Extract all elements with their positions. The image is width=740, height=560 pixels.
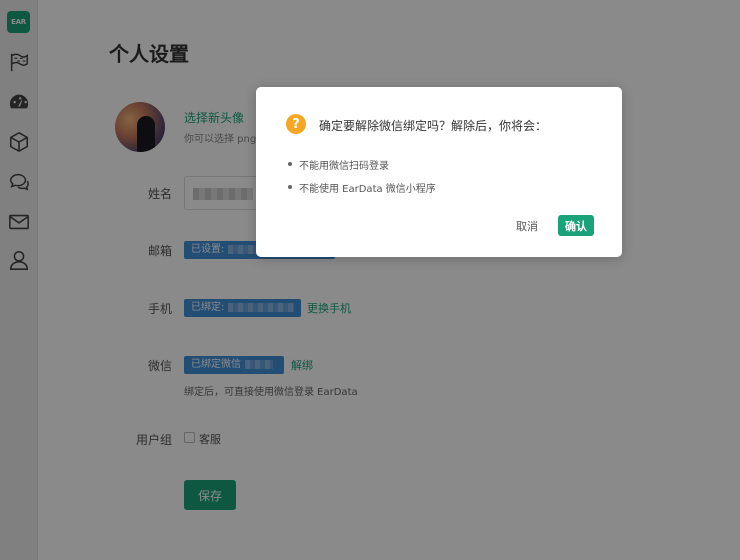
consequence-item: 不能使用 EarData 微信小程序 [288, 180, 436, 195]
warning-icon: ? [286, 114, 306, 134]
consequence-item: 不能用微信扫码登录 [288, 157, 389, 172]
unbind-confirm-dialog: ? 确定要解除微信绑定吗？解除后，你将会： 不能用微信扫码登录 不能使用 Ear… [256, 87, 622, 257]
dialog-title: 确定要解除微信绑定吗？解除后，你将会： [319, 119, 548, 133]
confirm-button[interactable]: 确认 [558, 215, 594, 236]
cancel-button[interactable]: 取消 [516, 218, 538, 234]
modal-overlay[interactable] [0, 0, 740, 560]
